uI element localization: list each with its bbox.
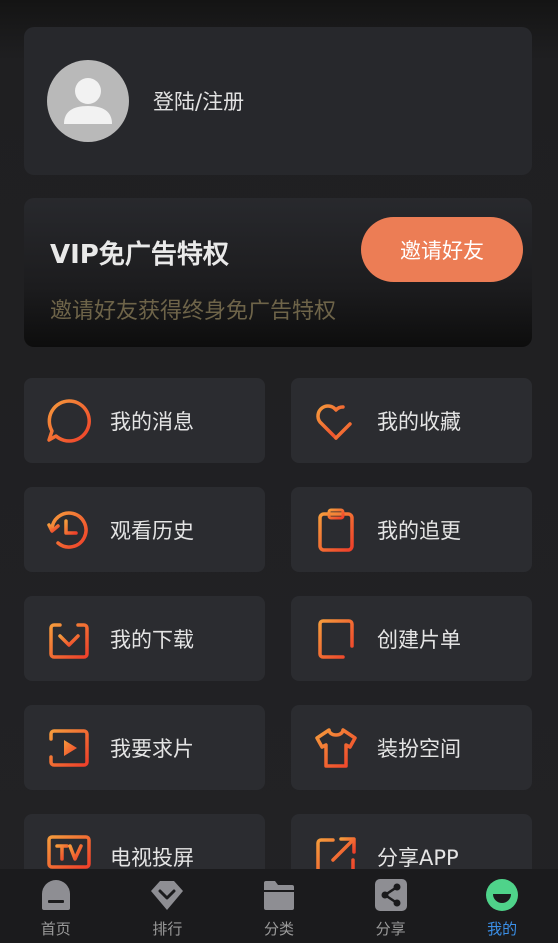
tab-label: 分类 xyxy=(263,920,294,938)
heart-plus-icon xyxy=(316,400,358,440)
menu-item-history[interactable]: 观看历史 xyxy=(24,487,265,572)
tab-label: 分享 xyxy=(375,920,406,938)
bottom-tab-bar: 首页 排行 分类 分享 我的 xyxy=(0,869,558,943)
tab-share[interactable]: 分享 xyxy=(335,869,447,943)
menu-item-label: 我的追更 xyxy=(377,518,461,543)
vip-subtitle: 邀请好友获得终身免广告特权 xyxy=(50,299,337,324)
menu-item-label: 创建片单 xyxy=(377,627,461,652)
tab-mine[interactable]: 我的 xyxy=(446,869,558,943)
menu-item-request-video[interactable]: 我要求片 xyxy=(24,705,265,790)
tab-label: 我的 xyxy=(487,920,518,938)
tab-home[interactable]: 首页 xyxy=(0,869,112,943)
menu-item-label: 分享APP xyxy=(377,845,459,870)
menu-item-downloads[interactable]: 我的下载 xyxy=(24,596,265,681)
message-icon xyxy=(47,398,91,443)
tab-label: 排行 xyxy=(152,920,183,938)
profile-card[interactable]: 登陆/注册 xyxy=(24,27,532,175)
ranking-icon xyxy=(151,881,184,910)
menu-item-messages[interactable]: 我的消息 xyxy=(24,378,265,463)
menu-item-following[interactable]: 我的追更 xyxy=(291,487,532,572)
home-icon xyxy=(41,880,70,910)
tab-label: 首页 xyxy=(40,920,71,938)
menu-item-label: 我要求片 xyxy=(110,736,194,761)
menu-item-dressup[interactable]: 装扮空间 xyxy=(291,705,532,790)
video-request-icon xyxy=(46,728,89,767)
clipboard-icon xyxy=(318,508,354,552)
menu-item-label: 观看历史 xyxy=(110,518,194,543)
download-icon xyxy=(49,617,89,659)
tab-ranking[interactable]: 排行 xyxy=(112,869,224,943)
invite-friends-button[interactable]: 邀请好友 xyxy=(361,217,523,282)
menu-item-label: 我的消息 xyxy=(110,409,194,434)
menu-item-label: 我的收藏 xyxy=(377,409,461,434)
vip-banner: VIP免广告特权 邀请好友获得终身免广告特权 邀请好友 xyxy=(24,198,532,347)
tab-category[interactable]: 分类 xyxy=(223,869,335,943)
menu-item-label: 装扮空间 xyxy=(377,736,461,761)
share-icon xyxy=(374,879,407,911)
menu-item-label: 我的下载 xyxy=(110,627,194,652)
login-register-link[interactable]: 登陆/注册 xyxy=(153,86,244,116)
tshirt-icon xyxy=(315,727,357,768)
avatar[interactable] xyxy=(47,60,129,142)
vip-title: VIP免广告特权 xyxy=(50,240,229,270)
menu-item-label: 电视投屏 xyxy=(110,845,194,870)
menu-item-create-list[interactable]: 创建片单 xyxy=(291,596,532,681)
create-list-icon xyxy=(318,618,357,661)
menu-item-favorites[interactable]: 我的收藏 xyxy=(291,378,532,463)
user-placeholder-icon xyxy=(64,78,112,124)
profile-face-icon xyxy=(486,879,519,911)
history-icon xyxy=(47,510,88,549)
folder-icon xyxy=(263,881,294,910)
